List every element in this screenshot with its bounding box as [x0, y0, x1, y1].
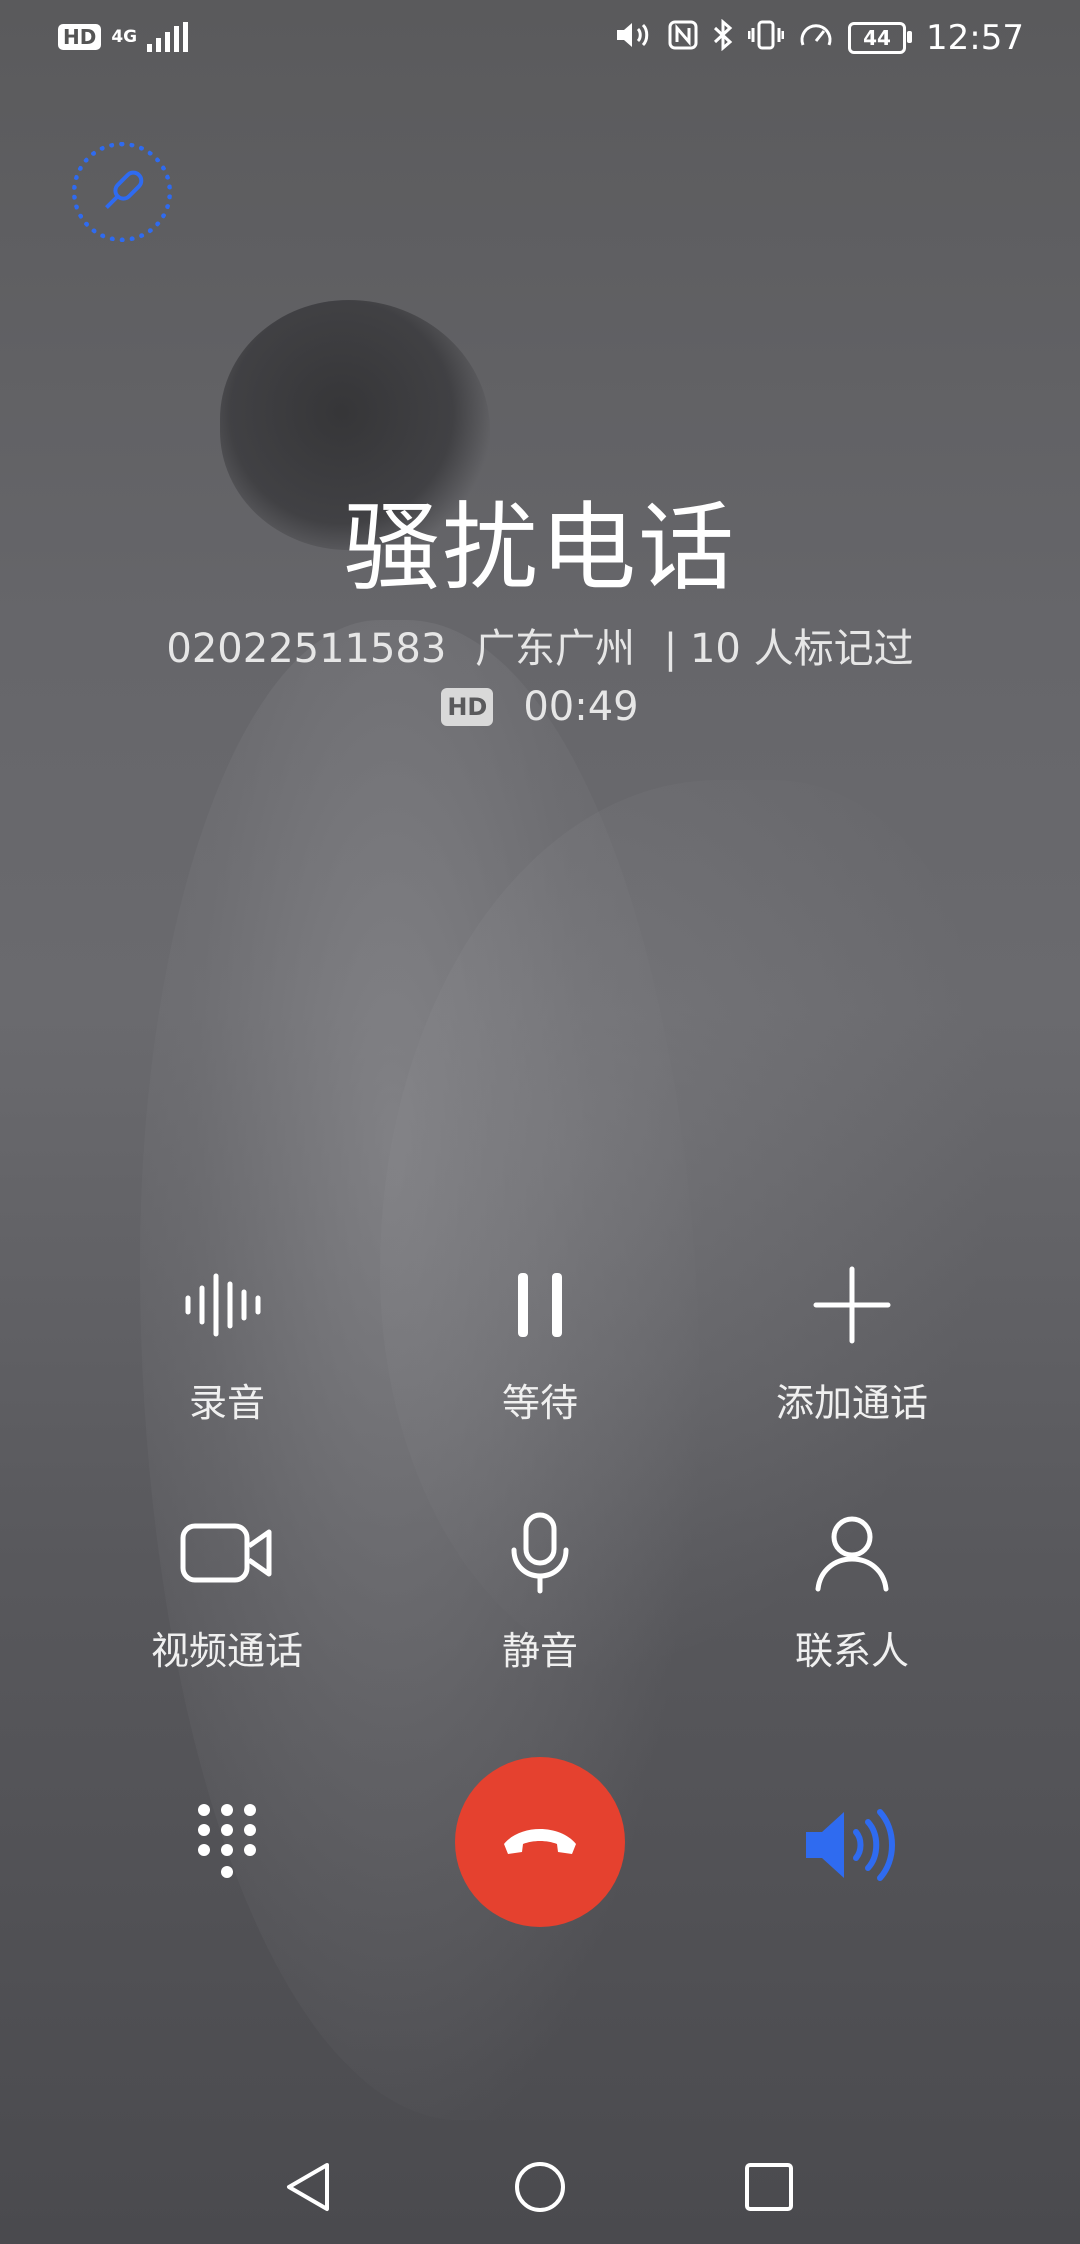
speaker-button[interactable]: [800, 1800, 900, 1890]
video-call-button[interactable]: 视频通话: [67, 1508, 387, 1675]
nav-home-button[interactable]: [503, 2150, 577, 2224]
home-circle-icon: [515, 2162, 565, 2212]
waveform-icon: [67, 1260, 387, 1350]
caller-location: 广东广州: [475, 626, 636, 672]
dialpad-button[interactable]: [196, 1802, 258, 1882]
hold-button[interactable]: 等待: [380, 1260, 700, 1427]
network-type: 4G: [111, 27, 138, 47]
pause-icon: [380, 1260, 700, 1350]
status-right: 44 12:57: [614, 18, 1024, 58]
end-call-button[interactable]: [455, 1757, 625, 1927]
plus-icon: [692, 1260, 1012, 1350]
nav-back-button[interactable]: [272, 2150, 346, 2224]
status-left: HD 4G: [58, 22, 189, 52]
hd-voice-indicator: HD: [58, 24, 102, 50]
volume-icon: [614, 20, 654, 56]
microphone-icon: [380, 1508, 700, 1598]
data-saver-icon: [798, 19, 834, 57]
back-triangle-icon: [287, 2163, 329, 2211]
mute-button[interactable]: 静音: [380, 1508, 700, 1675]
caller-marked-count: | 10 人标记过: [663, 626, 914, 672]
call-duration: 00:49: [523, 684, 639, 730]
hd-call-badge: HD: [441, 688, 494, 726]
nav-recent-button[interactable]: [732, 2150, 806, 2224]
navigation-bar: [0, 2150, 1080, 2224]
record-label: 录音: [188, 1381, 265, 1425]
recent-square-icon: [745, 2163, 793, 2211]
caller-name: 骚扰电话: [344, 492, 736, 604]
vibrate-icon: [747, 19, 785, 57]
call-screen: HD 4G 44 12:57 骚扰电话 02022511583 广东广州 | 1…: [0, 0, 1080, 2244]
voice-assistant-button[interactable]: [72, 142, 172, 242]
battery-icon: 44: [848, 22, 913, 54]
contacts-label: 联系人: [794, 1629, 909, 1673]
speaker-icon: [806, 1809, 895, 1881]
hold-label: 等待: [501, 1381, 578, 1425]
video-camera-icon: [67, 1508, 387, 1598]
bluetooth-icon: [712, 18, 734, 57]
call-status: HD 00:49: [0, 684, 1080, 730]
dialpad-icon: [198, 1804, 256, 1878]
add-call-button[interactable]: 添加通话: [692, 1260, 1012, 1427]
voice-assistant-icon: [105, 170, 144, 209]
caller-number: 02022511583: [166, 626, 447, 672]
contacts-button[interactable]: 联系人: [692, 1508, 1012, 1675]
person-icon: [692, 1508, 1012, 1598]
record-button[interactable]: 录音: [67, 1260, 387, 1427]
signal-strength-icon: [147, 22, 189, 52]
caller-details: 02022511583 广东广州 | 10 人标记过: [0, 616, 1080, 674]
clock: 12:57: [926, 18, 1024, 58]
nfc-icon: [668, 20, 698, 56]
video-call-label: 视频通话: [150, 1629, 303, 1673]
end-call-icon: [504, 1829, 576, 1854]
add-call-label: 添加通话: [775, 1381, 928, 1425]
status-bar: HD 4G 44 12:57: [0, 0, 1080, 80]
mute-label: 静音: [501, 1629, 578, 1673]
